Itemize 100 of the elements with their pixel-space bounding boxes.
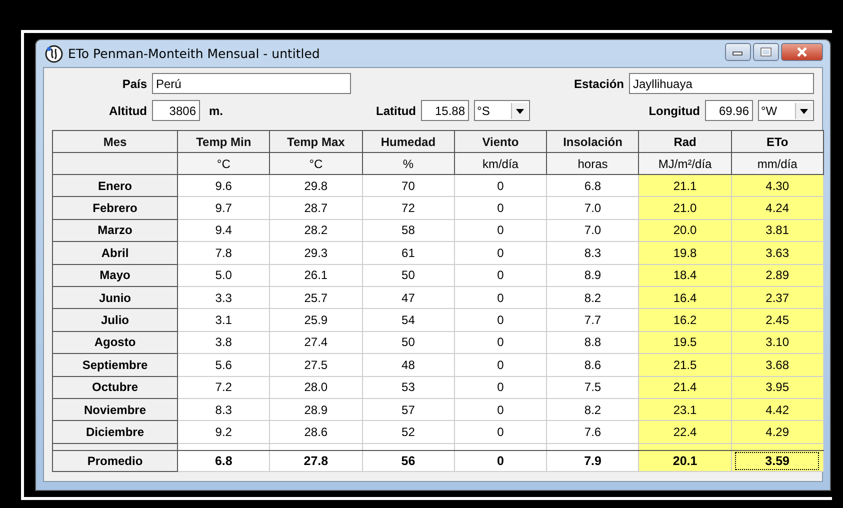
longitude-field[interactable]: 69.96 bbox=[705, 100, 753, 121]
dropdown-caret-icon bbox=[795, 102, 812, 118]
table-cell: 25.9 bbox=[270, 308, 362, 332]
hemisphere-dropdown[interactable]: °S bbox=[474, 100, 530, 121]
table-cell: 3.8 bbox=[178, 331, 270, 354]
country-field[interactable]: Perú bbox=[152, 73, 351, 94]
table-cell: 27.5 bbox=[270, 354, 362, 376]
window-title: ETo Penman-Monteith Mensual - untitled bbox=[68, 46, 320, 61]
app-logo-icon bbox=[45, 44, 63, 62]
table-cell: 9.4 bbox=[178, 219, 270, 242]
unit-header: °C bbox=[178, 152, 270, 174]
close-button[interactable] bbox=[781, 42, 823, 60]
table-cell: 28.2 bbox=[270, 219, 362, 242]
month-cell: Abril bbox=[52, 242, 178, 264]
table-cell: 8.6 bbox=[546, 354, 639, 376]
unit-header: km/día bbox=[454, 152, 547, 174]
table-cell: 4.30 bbox=[731, 174, 824, 197]
table-cell: 8.9 bbox=[546, 264, 639, 286]
table-cell: 0 bbox=[454, 398, 547, 421]
maximize-button[interactable] bbox=[753, 42, 779, 60]
latitude-label: Latitud bbox=[376, 104, 416, 118]
table-cell: 52 bbox=[362, 420, 454, 444]
summary-cell-text: 0 bbox=[496, 452, 505, 469]
unit-header: horas bbox=[546, 152, 639, 174]
table-cell: 21.0 bbox=[638, 196, 732, 220]
table-cell: 54 bbox=[362, 308, 454, 332]
table-cell: 19.8 bbox=[638, 242, 732, 264]
altitude-unit: m. bbox=[209, 104, 224, 118]
table-cell: 9.7 bbox=[178, 196, 270, 220]
table-cell: 8.3 bbox=[178, 398, 270, 421]
table-cell: 25.7 bbox=[270, 286, 362, 309]
table-cell: 0 bbox=[454, 376, 547, 398]
table-cell: 3.10 bbox=[731, 331, 824, 354]
table-cell: 0 bbox=[454, 264, 547, 286]
table-cell: 4.24 bbox=[731, 196, 824, 220]
table-cell: 23.1 bbox=[638, 398, 732, 421]
table-cell: 3.81 bbox=[731, 219, 824, 242]
column-header: Mes bbox=[52, 130, 178, 152]
column-header: Humedad bbox=[362, 130, 454, 152]
table-cell: 3.1 bbox=[178, 308, 270, 332]
month-cell: Noviembre bbox=[52, 398, 178, 421]
table-cell: 27.4 bbox=[270, 331, 362, 354]
month-cell: Mayo bbox=[52, 264, 178, 286]
table-cell: 29.8 bbox=[270, 174, 362, 197]
altitude-field[interactable]: 3806 bbox=[152, 100, 200, 121]
table-cell: 0 bbox=[454, 196, 547, 220]
table-cell: 2.45 bbox=[731, 308, 824, 332]
month-cell: Febrero bbox=[52, 196, 178, 220]
altitude-label: Altitud bbox=[108, 104, 147, 118]
unit-header: MJ/m²/día bbox=[638, 152, 732, 174]
table-cell: 6.8 bbox=[546, 174, 639, 197]
table-cell: 3.95 bbox=[731, 376, 824, 398]
table-cell: 7.0 bbox=[546, 196, 639, 220]
summary-cell-text: 27.8 bbox=[302, 452, 330, 469]
table-cell: 7.5 bbox=[546, 376, 639, 398]
close-icon bbox=[796, 46, 808, 56]
column-header: Rad bbox=[638, 130, 732, 152]
table-cell: 5.0 bbox=[178, 264, 270, 286]
unit-header: °C bbox=[270, 152, 362, 174]
country-label: País bbox=[121, 76, 147, 90]
table-cell: 29.3 bbox=[270, 242, 362, 264]
table-cell: 0 bbox=[454, 420, 547, 444]
month-cell: Agosto bbox=[52, 331, 178, 354]
column-header: ETo bbox=[731, 130, 824, 152]
table-cell: 26.1 bbox=[270, 264, 362, 286]
table-cell: 21.1 bbox=[638, 174, 732, 197]
table-cell: 0 bbox=[454, 354, 547, 376]
table-cell: 50 bbox=[362, 264, 454, 286]
month-cell: Julio bbox=[52, 308, 178, 332]
table-cell: 61 bbox=[362, 242, 454, 264]
table-cell: 4.42 bbox=[731, 398, 824, 421]
minimize-button[interactable] bbox=[725, 42, 751, 60]
table-cell: 58 bbox=[362, 219, 454, 242]
unit-header: % bbox=[362, 152, 454, 174]
table-cell: 20.0 bbox=[638, 219, 732, 242]
column-header: Temp Max bbox=[270, 130, 362, 152]
summary-cell-text: 6.8 bbox=[214, 452, 234, 469]
hemisphere-dropdown[interactable]: °W bbox=[758, 100, 814, 121]
station-field[interactable]: Jayllihuaya bbox=[629, 73, 814, 94]
summary-cell: 3.59 bbox=[735, 452, 820, 470]
table-cell: 57 bbox=[362, 398, 454, 421]
table-cell: 53 bbox=[362, 376, 454, 398]
table-cell: 3.63 bbox=[731, 242, 824, 264]
table-cell: 47 bbox=[362, 286, 454, 309]
latitude-field[interactable]: 15.88 bbox=[421, 100, 470, 121]
dropdown-caret-icon bbox=[511, 102, 528, 118]
station-label: Estación bbox=[574, 76, 624, 90]
table-cell: 16.4 bbox=[638, 286, 732, 309]
table-cell: 28.9 bbox=[270, 398, 362, 421]
table-cell: 16.2 bbox=[638, 308, 732, 332]
table-cell: 28.7 bbox=[270, 196, 362, 220]
table-cell: 0 bbox=[454, 286, 547, 309]
table-cell: 22.4 bbox=[638, 420, 732, 444]
table-cell: 7.8 bbox=[178, 242, 270, 264]
table-cell: 28.0 bbox=[270, 376, 362, 398]
table-cell: 2.37 bbox=[731, 286, 824, 309]
table-cell: 0 bbox=[454, 242, 547, 264]
table-cell: 4.29 bbox=[731, 420, 824, 444]
summary-label: Promedio bbox=[52, 450, 178, 472]
table-cell: 28.6 bbox=[270, 420, 362, 444]
